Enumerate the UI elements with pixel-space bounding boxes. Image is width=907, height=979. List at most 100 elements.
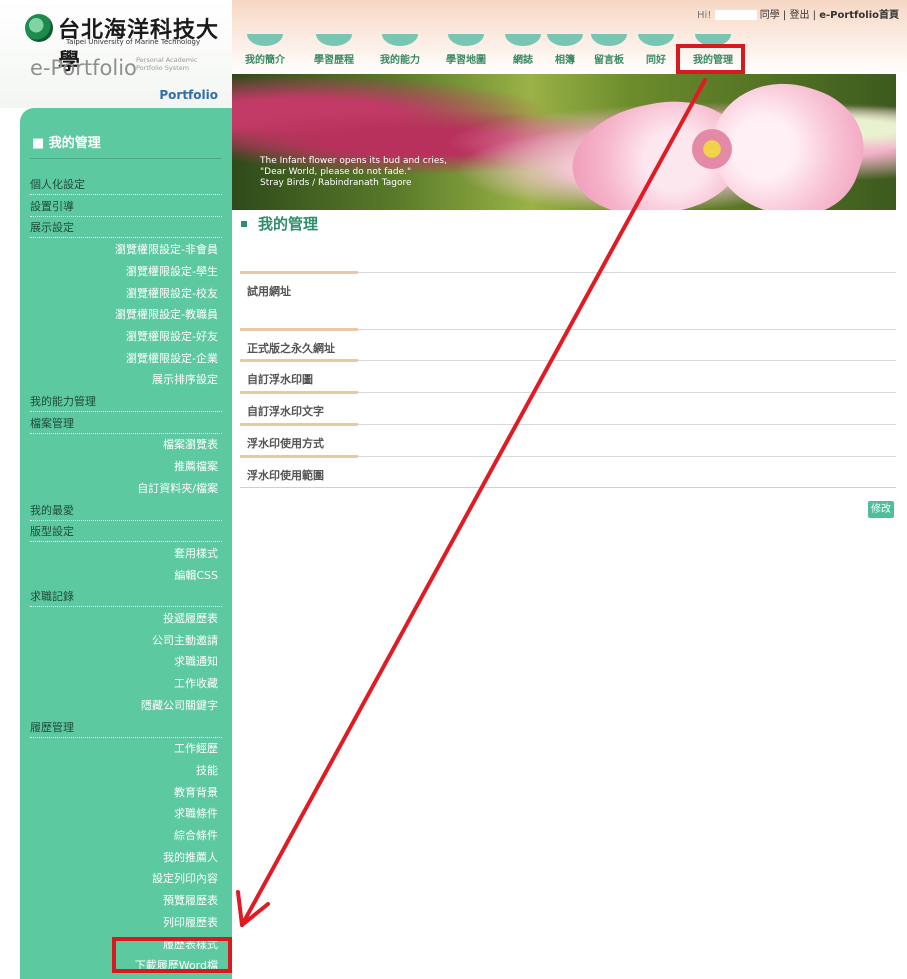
tab-2[interactable]: 學習歷程: [304, 34, 364, 66]
sidebar-subitem[interactable]: 編輯CSS: [30, 565, 222, 586]
user-bar: Hi! 同學 | 登出 | e-Portfolio首頁: [697, 6, 899, 21]
sidebar-subitem[interactable]: 瀏覽權限設定-學生: [30, 261, 222, 282]
tab-label: 同好: [646, 55, 666, 66]
sidebar-subitem[interactable]: 自訂資料夾/檔案: [30, 478, 222, 499]
tab-7[interactable]: 留言板: [588, 34, 630, 66]
tab-bump-decoration: [505, 34, 541, 46]
banner-flower-center: [692, 129, 732, 169]
portfolio-label: Portfolio: [159, 88, 218, 102]
sidebar: ■ 我的管理 個人化設定 設置引導 展示設定 瀏覽權限設定-非會員 瀏覽權限設定-學生瀏…: [20, 108, 232, 979]
sidebar-subitem[interactable]: 瀏覽權限設定-非會員: [30, 239, 222, 260]
sidebar-item[interactable]: 求職記錄: [30, 586, 222, 608]
separator: |: [782, 10, 787, 21]
university-name-en: Taipei University of Marine Technology: [66, 38, 201, 46]
sidebar-subitem[interactable]: 瀏覽權限設定-企業: [30, 348, 222, 369]
sidebar-item[interactable]: 履歷管理: [30, 717, 222, 738]
sidebar-subitem[interactable]: 我的推薦人: [30, 847, 222, 868]
tab-4[interactable]: 學習地圖: [434, 34, 498, 66]
sidebar-subitem[interactable]: 瀏覽權限設定-好友: [30, 326, 222, 347]
title-bullet-icon: [241, 221, 247, 227]
tab-bump-decoration: [247, 34, 283, 46]
sidebar-subitem[interactable]: 技能: [30, 760, 222, 781]
separator: |: [812, 10, 817, 21]
tab-1[interactable]: 我的簡介: [238, 34, 292, 66]
sidebar-item[interactable]: 版型設定: [30, 521, 222, 543]
sidebar-item[interactable]: 檔案管理: [30, 413, 222, 434]
row-accent-bar: [240, 328, 358, 331]
sidebar-subitem[interactable]: 綜合條件: [30, 825, 222, 846]
sidebar-subitem[interactable]: 檔案瀏覽表: [30, 434, 222, 455]
sidebar-subitem[interactable]: 教育背景: [30, 782, 222, 803]
tab-bump-decoration: [547, 34, 583, 46]
my-management-highlight-box: [676, 44, 745, 74]
row-accent-bar: [240, 423, 358, 426]
tab-3[interactable]: 我的能力: [372, 34, 428, 66]
settings-row-label: 自訂浮水印圖: [247, 373, 313, 386]
university-logo-icon: [25, 14, 53, 42]
sidebar-title: ■ 我的管理: [32, 136, 101, 151]
sidebar-subitem[interactable]: 預覽履歷表: [30, 890, 222, 911]
sidebar-subitem[interactable]: 求職通知: [30, 651, 222, 672]
settings-row-label: 浮水印使用方式: [247, 437, 324, 450]
settings-row-label: 自訂浮水印文字: [247, 405, 324, 418]
tab-label: 網誌: [513, 55, 533, 66]
product-name: e-Portfolio: [30, 56, 137, 80]
tab-label: 相簿: [555, 55, 575, 66]
tab-label: 學習歷程: [314, 55, 354, 66]
sidebar-subitem[interactable]: 隱藏公司關鍵字: [30, 695, 222, 716]
sidebar-item[interactable]: 我的能力管理: [30, 391, 222, 412]
sidebar-subitem[interactable]: 投遞履歷表: [30, 608, 222, 629]
sidebar-subitem[interactable]: 推薦檔案: [30, 456, 222, 477]
tab-bump-decoration: [638, 34, 674, 46]
sidebar-subitem[interactable]: 公司主動邀請: [30, 630, 222, 651]
row-accent-bar: [240, 271, 358, 274]
download-word-highlight-box: [112, 937, 232, 973]
tab-bump-decoration: [591, 34, 627, 46]
tab-bump-decoration: [316, 34, 352, 46]
logout-link[interactable]: 登出: [789, 10, 809, 21]
sidebar-item[interactable]: 設置引導: [30, 196, 222, 217]
tab-bump-decoration: [448, 34, 484, 46]
tab-6[interactable]: 相簿: [547, 34, 583, 66]
sidebar-subitem[interactable]: 工作收藏: [30, 673, 222, 694]
tab-label: 留言板: [594, 55, 624, 66]
tab-8[interactable]: 同好: [638, 34, 674, 66]
banner-image: The Infant flower opens its bud and crie…: [232, 74, 896, 210]
sidebar-subitem[interactable]: 列印履歷表: [30, 912, 222, 933]
banner-quote-source: Stray Birds / Rabindranath Tagore: [260, 178, 412, 188]
sidebar-item[interactable]: 展示設定: [30, 217, 222, 239]
sidebar-item[interactable]: 個人化設定: [30, 174, 222, 195]
settings-row: 浮水印使用範圍: [240, 455, 896, 482]
product-subtitle: Personal Academic Portfolio System: [136, 56, 198, 72]
settings-row-label: 浮水印使用範圍: [247, 469, 324, 482]
page-title: 我的管理: [258, 215, 319, 233]
row-accent-bar: [240, 359, 358, 362]
banner-quote-line: "Dear World, please do not fade.": [260, 167, 412, 177]
sidebar-subitem[interactable]: 求職條件: [30, 803, 222, 824]
tab-label: 我的簡介: [245, 55, 285, 66]
sidebar-subitem[interactable]: 套用樣式: [30, 543, 222, 564]
greeting: Hi!: [697, 10, 712, 21]
sidebar-subitem[interactable]: 瀏覽權限設定-校友: [30, 283, 222, 304]
tab-5[interactable]: 網誌: [505, 34, 541, 66]
sidebar-subitem[interactable]: 設定列印內容: [30, 868, 222, 889]
tab-label: 學習地圖: [446, 55, 486, 66]
settings-row: 正式版之永久網址: [240, 328, 896, 355]
edit-button[interactable]: 修改: [868, 501, 894, 518]
settings-row-label: 試用網址: [247, 285, 291, 298]
eportfolio-home-link[interactable]: e-Portfolio首頁: [819, 10, 899, 21]
sidebar-divider: [30, 158, 222, 159]
settings-row: 試用網址: [240, 271, 896, 298]
settings-row: 自訂浮水印圖: [240, 359, 896, 386]
sidebar-item[interactable]: 我的最愛: [30, 500, 222, 521]
settings-row: 浮水印使用方式: [240, 423, 896, 450]
tab-bump-decoration: [382, 34, 418, 46]
sidebar-subitem[interactable]: 工作經歷: [30, 738, 222, 759]
settings-row: 自訂浮水印文字: [240, 391, 896, 418]
row-accent-bar: [240, 455, 358, 458]
user-suffix: 同學: [759, 10, 780, 21]
settings-row-label: 正式版之永久網址: [247, 342, 335, 355]
fields-divider: [240, 487, 896, 488]
sidebar-subitem[interactable]: 展示排序設定: [30, 369, 222, 390]
sidebar-subitem[interactable]: 瀏覽權限設定-教職員: [30, 304, 222, 325]
